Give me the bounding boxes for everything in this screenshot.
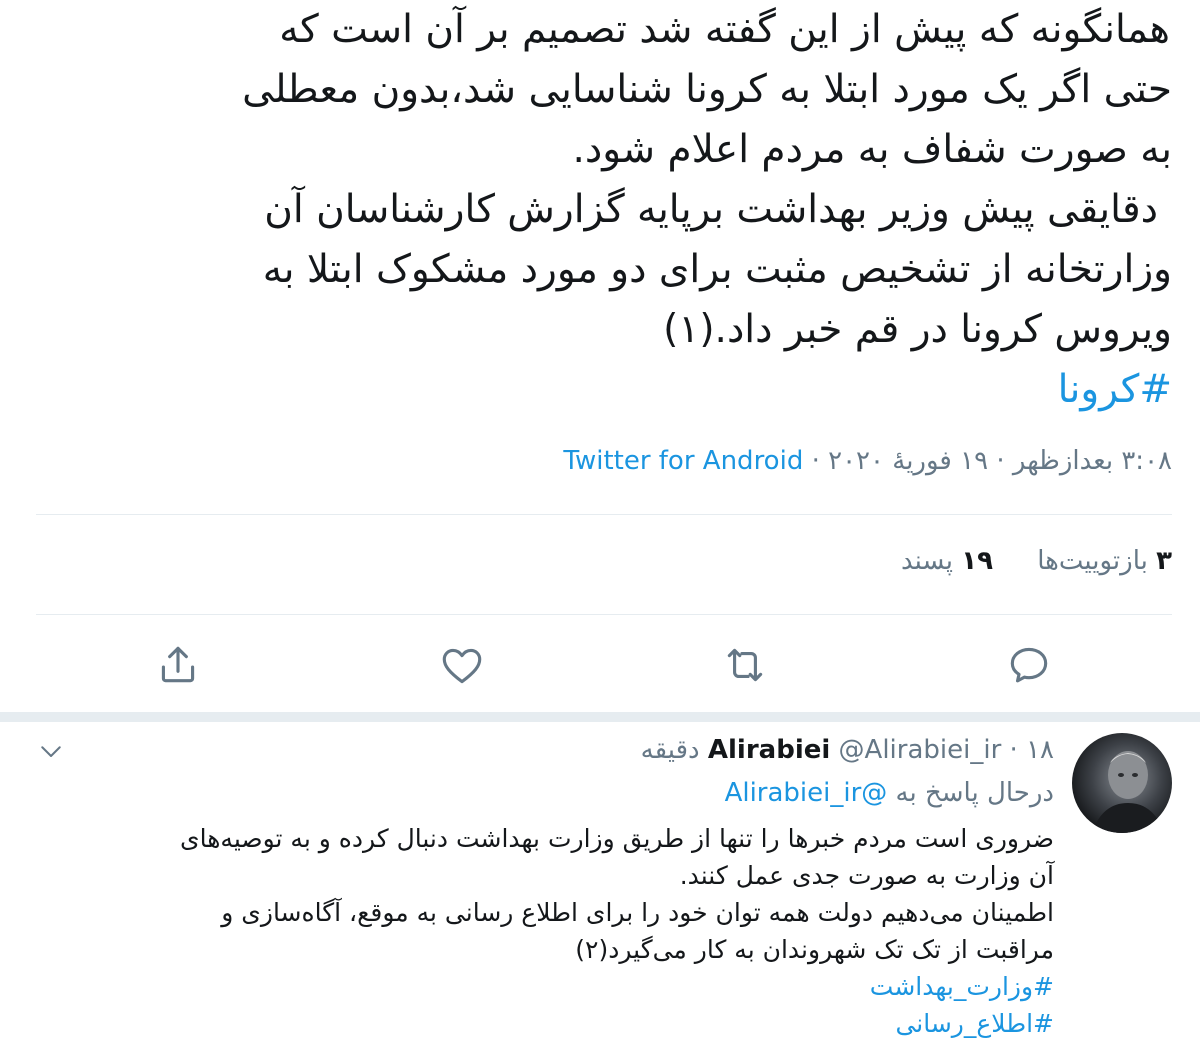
retweet-icon xyxy=(727,648,763,682)
reply-text-line: اطمینان می‌دهیم دولت همه توان خود را برا… xyxy=(221,898,1054,927)
tweet-text-line: حتی اگر یک مورد ابتلا به کرونا شناسایی ش… xyxy=(242,67,1172,112)
tweet-text-line: دقایقی پیش وزیر بهداشت برپایه گزارش کارش… xyxy=(264,187,1158,232)
retweet-button[interactable] xyxy=(720,640,770,690)
tweet-actions xyxy=(0,640,1200,690)
replying-to-handle[interactable]: @Alirabiei_ir xyxy=(725,778,888,808)
replying-to: درحال پاسخ به @Alirabiei_ir xyxy=(725,778,1054,808)
likes-label: پسند xyxy=(901,546,953,576)
share-icon xyxy=(161,646,195,683)
tweet-stats: ۳ بازتوییت‌ها ۱۹ پسند xyxy=(865,546,1172,576)
user-photo-icon xyxy=(1092,751,1164,833)
meta-separator: · xyxy=(811,446,820,476)
heart-icon xyxy=(442,648,482,684)
divider xyxy=(36,614,1172,615)
reply-author-handle[interactable]: @Alirabiei_ir xyxy=(839,735,1002,765)
hashtag-link[interactable]: #اطلاع_رسانی xyxy=(34,1005,1054,1042)
tweet-date[interactable]: ۱۹ فوریهٔ ۲۰۲۰ xyxy=(828,446,988,476)
divider xyxy=(36,514,1172,515)
replying-to-label: درحال پاسخ به xyxy=(895,778,1054,808)
tweet-meta: ۳:۰۸ بعدازظهر · ۱۹ فوریهٔ ۲۰۲۰ · Twitter… xyxy=(563,446,1172,476)
chevron-down-icon[interactable] xyxy=(36,736,66,766)
likes-count: ۱۹ xyxy=(961,546,993,576)
like-button[interactable] xyxy=(437,640,487,690)
tweet-time[interactable]: ۳:۰۸ بعدازظهر xyxy=(1013,446,1172,476)
retweets-label: بازتوییت‌ها xyxy=(1037,546,1148,576)
likes-stat[interactable]: ۱۹ پسند xyxy=(901,546,993,576)
reply-text-line: آن وزارت به صورت جدی عمل کنند. xyxy=(679,861,1054,890)
tweet-text-line: همانگونه که پیش از این گفته شد تصمیم بر … xyxy=(279,7,1170,52)
reply-text-line: ضروری است مردم خبرها را تنها از طریق وزا… xyxy=(180,824,1054,853)
tweet-text: همانگونه که پیش از این گفته شد تصمیم بر … xyxy=(22,0,1172,420)
retweets-stat[interactable]: ۳ بازتوییت‌ها xyxy=(1029,546,1172,576)
hashtag-link[interactable]: #کرونا xyxy=(22,360,1172,420)
reply-text: ضروری است مردم خبرها را تنها از طریق وزا… xyxy=(34,820,1054,1042)
retweets-count: ۳ xyxy=(1156,546,1172,576)
reply-header: Alirabiei @Alirabiei_ir · ۱۸ دقیقه xyxy=(641,735,1054,765)
reply-icon xyxy=(1010,647,1048,683)
avatar[interactable] xyxy=(1072,733,1172,833)
share-button[interactable] xyxy=(153,640,203,690)
tweet-text-line: ویروس کرونا در قم خبر داد.(۱) xyxy=(663,307,1172,352)
hashtag-link[interactable]: #وزارت_بهداشت xyxy=(34,968,1054,1005)
thread-separator xyxy=(0,712,1200,722)
reply-text-line: مراقبت از تک تک شهروندان به کار می‌گیرد(… xyxy=(575,935,1054,964)
meta-separator: · xyxy=(996,446,1005,476)
reply-author-name[interactable]: Alirabiei xyxy=(708,735,830,765)
meta-separator: · xyxy=(1009,735,1018,765)
reply-button[interactable] xyxy=(1004,640,1054,690)
tweet-text-line: وزارتخانه از تشخیص مثبت برای دو مورد مشک… xyxy=(262,247,1172,292)
tweet-source-link[interactable]: Twitter for Android xyxy=(563,446,803,476)
tweet-text-line: به صورت شفاف به مردم اعلام شود. xyxy=(572,127,1172,172)
